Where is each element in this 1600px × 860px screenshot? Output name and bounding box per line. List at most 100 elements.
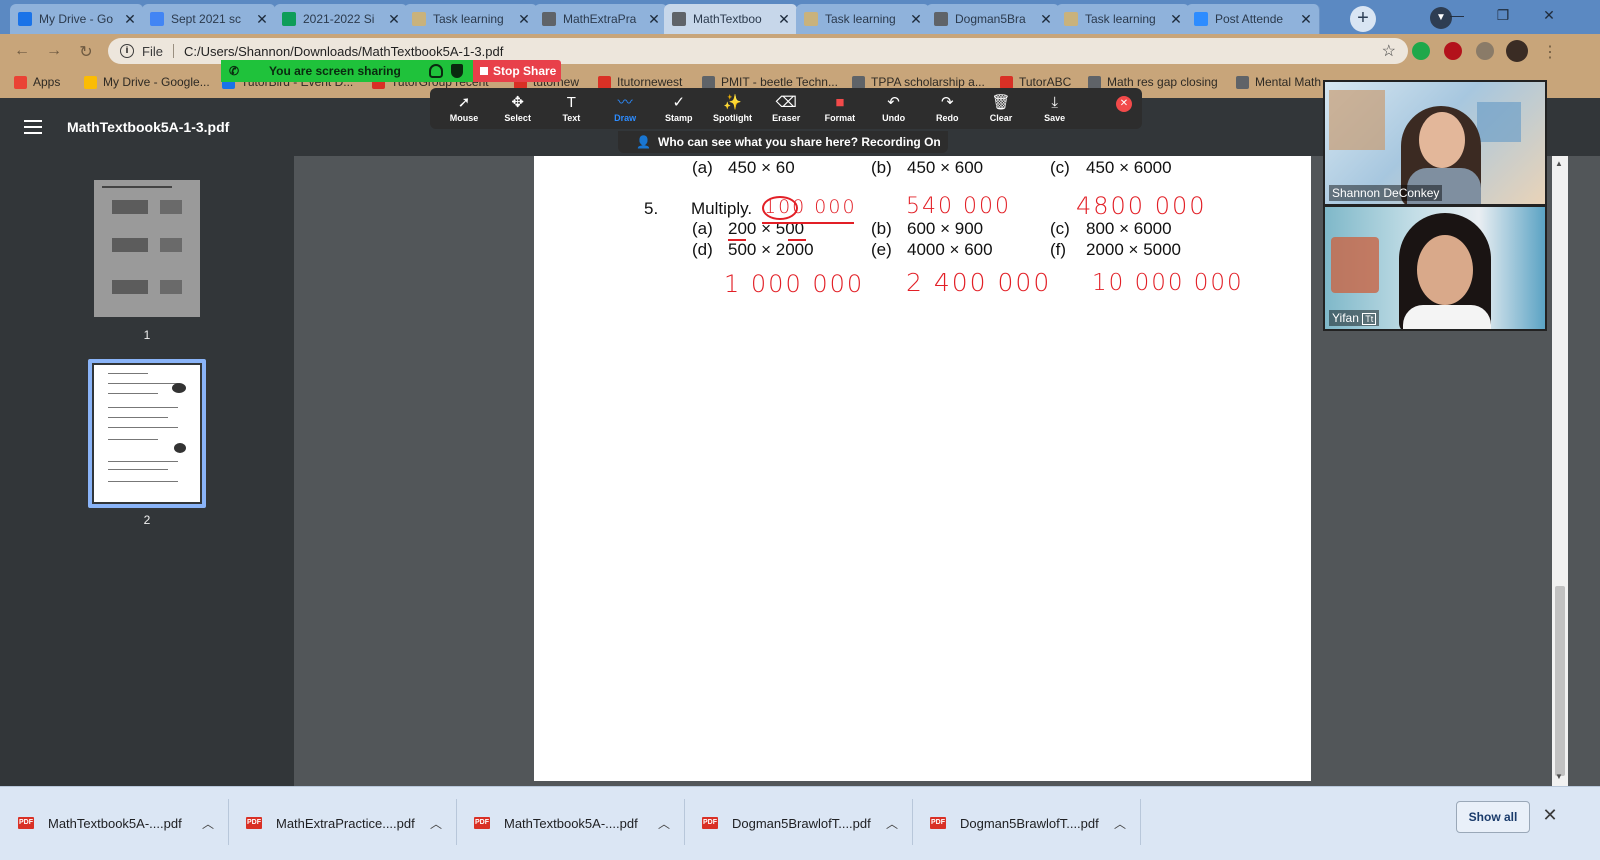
- annotation-tool-mouse[interactable]: ➚ Mouse: [437, 94, 491, 123]
- new-tab-button[interactable]: +: [1350, 6, 1376, 32]
- face: [1417, 235, 1473, 305]
- close-tab-icon[interactable]: ✕: [1299, 11, 1313, 28]
- bookmark-favicon: [1000, 75, 1013, 89]
- close-window-button[interactable]: ✕: [1526, 0, 1572, 30]
- forward-icon[interactable]: →: [44, 42, 64, 60]
- scroll-down-icon[interactable]: ▼: [1555, 772, 1563, 781]
- chevron-up-icon[interactable]: ︿: [424, 815, 448, 832]
- scroll-up-icon[interactable]: ▲: [1555, 159, 1563, 168]
- profile-avatar[interactable]: [1506, 40, 1528, 62]
- info-icon[interactable]: i: [120, 44, 134, 58]
- annotation-tool-save[interactable]: ⤓ Save: [1028, 94, 1082, 123]
- extension-icon[interactable]: [1412, 42, 1430, 60]
- bookmark-label: PMIT - beetle Techn...: [721, 75, 838, 89]
- close-tab-icon[interactable]: ✕: [777, 11, 791, 28]
- stop-share-button[interactable]: Stop Share: [473, 60, 561, 82]
- vertical-scrollbar[interactable]: ▲ ▼: [1552, 156, 1568, 786]
- browser-tab[interactable]: MathTextboo ✕: [664, 4, 798, 34]
- chevron-up-icon[interactable]: ︿: [652, 815, 676, 832]
- browser-tab[interactable]: Sept 2021 sc ✕: [142, 4, 276, 34]
- annotation-tool-eraser[interactable]: ⌫ Eraser: [759, 94, 813, 123]
- google-sheets-icon: [282, 12, 296, 26]
- annotation-tool-text[interactable]: T Text: [544, 94, 598, 123]
- ink-circle: [762, 196, 798, 220]
- item-letter: (f): [1050, 240, 1067, 259]
- browser-tab[interactable]: MathExtraPra ✕: [534, 4, 668, 34]
- chevron-up-icon[interactable]: ︿: [196, 815, 220, 832]
- browser-tab[interactable]: Task learning ✕: [796, 4, 930, 34]
- close-tab-icon[interactable]: ✕: [647, 11, 661, 28]
- tab-title: Dogman5Bra: [955, 12, 1026, 26]
- download-shelf: PDF MathTextbook5A-....pdf ︿ PDF MathExtraPr…: [0, 786, 1600, 860]
- browser-tab[interactable]: 2021-2022 Si ✕: [274, 4, 408, 34]
- video-tile[interactable]: Yifan Tt: [1323, 205, 1547, 331]
- menu-dots-icon[interactable]: ⋮: [1540, 42, 1560, 62]
- bookmark-label: TPPA scholarship a...: [871, 75, 985, 89]
- save-icon: ⤓: [1051, 94, 1058, 111]
- bookmark-item[interactable]: Math res gap closing: [1088, 75, 1218, 89]
- url-text[interactable]: C:/Users/Shannon/Downloads/MathTextbook5…: [184, 44, 1382, 59]
- download-filename: MathTextbook5A-....pdf: [504, 815, 638, 831]
- show-all-button[interactable]: Show all: [1456, 801, 1530, 833]
- page-icon: [804, 12, 818, 26]
- scrollbar-thumb[interactable]: [1555, 586, 1565, 776]
- reload-icon[interactable]: ↻: [76, 42, 96, 62]
- annotation-tool-draw[interactable]: 〰 Draw: [598, 94, 652, 123]
- recording-notice[interactable]: 👤 Who can see what you share here? Recor…: [618, 131, 948, 153]
- browser-tab[interactable]: Post Attende ✕: [1186, 4, 1320, 34]
- hamburger-menu-icon[interactable]: [24, 120, 42, 134]
- close-tab-icon[interactable]: ✕: [255, 11, 269, 28]
- bookmark-item[interactable]: Mental Math: [1236, 75, 1321, 89]
- close-tab-icon[interactable]: ✕: [909, 11, 923, 28]
- item-letter: (c): [1050, 158, 1070, 177]
- browser-tab[interactable]: My Drive - Go ✕: [10, 4, 144, 34]
- tab-title: My Drive - Go: [39, 12, 114, 26]
- tool-label: Stamp: [665, 113, 693, 123]
- bookmark-item[interactable]: PMIT - beetle Techn...: [702, 75, 838, 89]
- download-item[interactable]: PDF Dogman5BrawlofT....pdf ︿: [684, 809, 904, 837]
- page-thumbnail[interactable]: [94, 365, 200, 502]
- pdf-file-icon: PDF: [930, 817, 946, 829]
- download-item[interactable]: PDF Dogman5BrawlofT....pdf ︿: [912, 809, 1132, 837]
- close-tab-icon[interactable]: ✕: [387, 11, 401, 28]
- browser-tab[interactable]: Task learning ✕: [404, 4, 538, 34]
- handwritten-answer: 10 000 000: [1092, 270, 1244, 296]
- download-item[interactable]: PDF MathExtraPractice....pdf ︿: [228, 809, 448, 837]
- chevron-up-icon[interactable]: ︿: [1108, 815, 1132, 832]
- bookmark-item[interactable]: My Drive - Google...: [84, 75, 210, 89]
- annotation-tool-redo[interactable]: ↷ Redo: [920, 94, 974, 123]
- annotation-tool-select[interactable]: ✥ Select: [491, 94, 545, 123]
- annotation-tool-clear[interactable]: 🗑 Clear: [974, 94, 1028, 123]
- bookmark-star-icon[interactable]: ☆: [1382, 41, 1396, 61]
- close-tab-icon[interactable]: ✕: [517, 11, 531, 28]
- minimize-button[interactable]: —: [1434, 0, 1480, 30]
- annotation-tool-undo[interactable]: ↶ Undo: [867, 94, 921, 123]
- annotation-tool-format[interactable]: ■ Format: [813, 94, 867, 123]
- back-icon[interactable]: ←: [12, 42, 32, 60]
- ublock-icon[interactable]: [1444, 42, 1462, 60]
- close-tab-icon[interactable]: ✕: [123, 11, 137, 28]
- close-annotation-icon[interactable]: ✕: [1116, 96, 1132, 112]
- bookmark-item[interactable]: TPPA scholarship a...: [852, 75, 985, 89]
- video-tile[interactable]: Shannon DeConkey: [1323, 80, 1547, 206]
- annotation-tool-stamp[interactable]: ✓ Stamp: [652, 94, 706, 123]
- bookmark-item[interactable]: TutorABC: [1000, 75, 1071, 89]
- globe-icon: [542, 12, 556, 26]
- google-drive-icon: [18, 12, 32, 26]
- page-icon: [412, 12, 426, 26]
- close-tab-icon[interactable]: ✕: [1039, 11, 1053, 28]
- download-item[interactable]: PDF MathTextbook5A-....pdf ︿: [456, 809, 676, 837]
- close-shelf-icon[interactable]: ✕: [1540, 805, 1560, 826]
- download-item[interactable]: PDF MathTextbook5A-....pdf ︿: [0, 809, 220, 837]
- annotation-tool-spotlight[interactable]: ✨ Spotlight: [706, 94, 760, 123]
- draw-icon: 〰: [617, 94, 633, 111]
- restore-button[interactable]: ❐: [1480, 0, 1526, 30]
- browser-tab[interactable]: Dogman5Bra ✕: [926, 4, 1060, 34]
- browser-tab[interactable]: Task learning ✕: [1056, 4, 1190, 34]
- bookmark-item[interactable]: Itutornewest: [598, 75, 682, 89]
- bookmark-item[interactable]: Apps: [14, 75, 60, 89]
- close-tab-icon[interactable]: ✕: [1169, 11, 1183, 28]
- chevron-up-icon[interactable]: ︿: [880, 815, 904, 832]
- puzzle-icon[interactable]: [1476, 42, 1494, 60]
- page-thumbnail[interactable]: [94, 180, 200, 317]
